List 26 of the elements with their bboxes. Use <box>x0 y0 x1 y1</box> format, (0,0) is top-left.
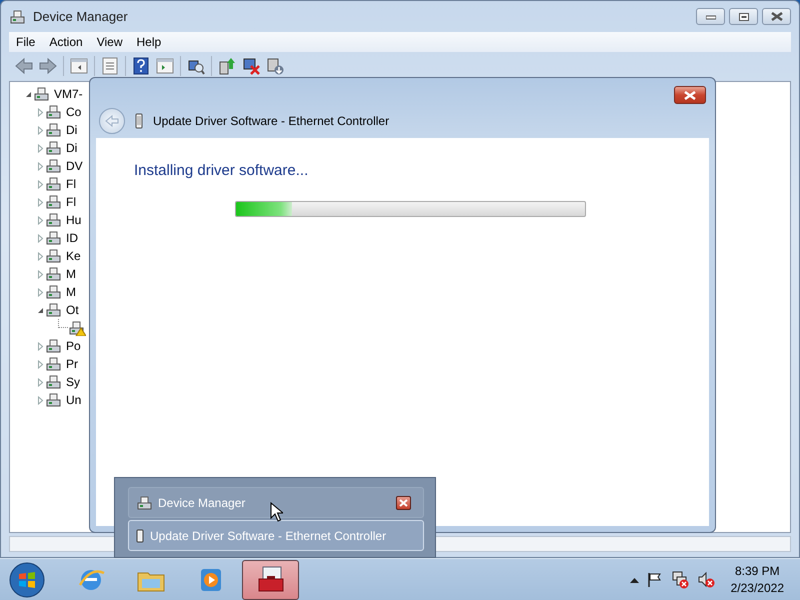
tree-item[interactable]: DV <box>66 157 83 175</box>
menu-item[interactable]: Help <box>130 32 168 52</box>
tree-item[interactable]: M <box>66 265 76 283</box>
window-title: Device Manager <box>33 8 128 26</box>
dialog-heading: Installing driver software... <box>134 161 310 181</box>
tree-item[interactable]: ID <box>66 229 78 247</box>
clock-time[interactable]: 8:39 PM <box>730 562 784 580</box>
tree-item[interactable]: Po <box>66 337 81 355</box>
tree-item[interactable]: M <box>66 283 76 301</box>
menu-item[interactable]: View <box>90 32 130 52</box>
menu-item[interactable]: File <box>9 32 42 52</box>
tree-item[interactable]: Co <box>66 103 82 121</box>
tree-item[interactable]: Di <box>66 121 78 139</box>
tree-item[interactable]: Ke <box>66 247 81 265</box>
dialog-title: Update Driver Software - Ethernet Controller <box>153 113 390 130</box>
tree-item[interactable]: Fl <box>66 175 76 193</box>
tree-item[interactable]: Ot <box>66 301 79 319</box>
tree-item[interactable]: Sy <box>66 373 80 391</box>
tree-item[interactable]: Fl <box>66 193 76 211</box>
tree-item[interactable]: Un <box>66 391 82 409</box>
menu-item[interactable]: Action <box>42 32 90 52</box>
clock-date[interactable]: 2/23/2022 <box>730 580 784 596</box>
tree-item[interactable]: Di <box>66 139 78 157</box>
tree-item[interactable]: Hu <box>66 211 82 229</box>
tree-item[interactable]: VM7- <box>54 85 83 103</box>
tree-item[interactable]: Pr <box>66 355 78 373</box>
